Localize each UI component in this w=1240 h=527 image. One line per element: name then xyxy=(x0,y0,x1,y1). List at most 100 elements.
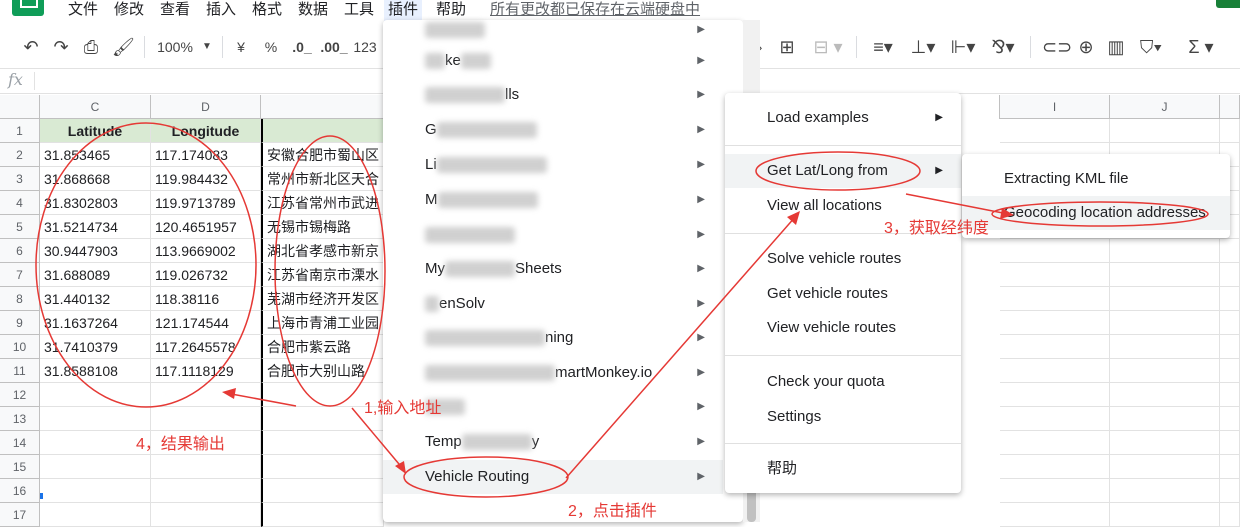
cell[interactable]: 119.026732 xyxy=(151,263,261,287)
cell[interactable]: 31.1637264 xyxy=(40,311,151,335)
cell[interactable]: 上海市青浦工业园 xyxy=(261,311,384,335)
header-longitude[interactable]: Longitude xyxy=(151,119,261,143)
currency-button[interactable]: ¥ xyxy=(234,36,248,58)
cell[interactable] xyxy=(1000,119,1110,143)
row-header[interactable]: 8 xyxy=(0,287,40,311)
cell[interactable] xyxy=(1220,239,1240,263)
addon-item-5[interactable]: Li ▶ xyxy=(383,148,723,182)
cell[interactable] xyxy=(1110,239,1220,263)
check-quota-item[interactable]: Check your quota xyxy=(725,365,961,399)
cell[interactable] xyxy=(1000,383,1110,407)
view-routes-item[interactable]: View vehicle routes xyxy=(725,311,961,345)
geocoding-item[interactable]: Geocoding location addresses xyxy=(962,196,1230,230)
menu-file[interactable]: 文件 xyxy=(64,0,102,22)
addon-vehicle-routing[interactable]: Vehicle Routing ▶ xyxy=(383,460,723,494)
header-latitude[interactable]: Latitude xyxy=(40,119,151,143)
column-header-h[interactable] xyxy=(960,95,1000,119)
functions-icon[interactable]: Σ ▾ xyxy=(1184,36,1218,58)
cell[interactable] xyxy=(1110,407,1220,431)
share-button[interactable] xyxy=(1216,0,1240,8)
more-formats-button[interactable]: 123 xyxy=(352,36,378,58)
row-header[interactable]: 9 xyxy=(0,311,40,335)
paint-format-icon[interactable]: 🖌 xyxy=(112,36,135,58)
row-header[interactable]: 1 xyxy=(0,119,40,143)
addon-item-7[interactable]: ▶ xyxy=(383,218,723,252)
cell[interactable] xyxy=(1110,455,1220,479)
cell[interactable] xyxy=(261,431,384,455)
cell[interactable] xyxy=(1000,455,1110,479)
row-header[interactable]: 10 xyxy=(0,335,40,359)
cell[interactable] xyxy=(1220,287,1240,311)
cell[interactable] xyxy=(40,383,151,407)
cell[interactable]: 31.688089 xyxy=(40,263,151,287)
cell[interactable] xyxy=(40,479,151,503)
column-header-i[interactable]: I xyxy=(1000,95,1110,119)
cell[interactable]: 31.7410379 xyxy=(40,335,151,359)
cell[interactable]: 31.8302803 xyxy=(40,191,151,215)
cell[interactable] xyxy=(1000,287,1110,311)
cell[interactable]: 常州市新北区天合 xyxy=(261,167,384,191)
column-header-j[interactable]: J xyxy=(1110,95,1220,119)
selection-handle[interactable] xyxy=(40,493,43,499)
settings-item[interactable]: Settings xyxy=(725,400,961,434)
addon-item-2[interactable]: ke ▶ xyxy=(383,44,723,78)
cell[interactable]: 江苏省南京市溧水 xyxy=(261,263,384,287)
cell[interactable] xyxy=(151,455,261,479)
extract-kml-item[interactable]: Extracting KML file xyxy=(962,162,1230,196)
cell[interactable] xyxy=(1110,263,1220,287)
menu-addons[interactable]: 插件 xyxy=(384,0,423,22)
cell[interactable] xyxy=(261,479,384,503)
cell[interactable] xyxy=(151,383,261,407)
cell[interactable] xyxy=(1110,383,1220,407)
column-header-k[interactable] xyxy=(1220,95,1240,119)
row-header[interactable]: 2 xyxy=(0,143,40,167)
zoom-select[interactable]: 100% xyxy=(156,36,194,58)
addon-item-13[interactable]: Temp y ▶ xyxy=(383,425,723,459)
cell[interactable] xyxy=(1220,479,1240,503)
load-examples-item[interactable]: Load examples ▶ xyxy=(725,101,961,135)
addon-item-8[interactable]: My Sheets ▶ xyxy=(383,252,723,286)
column-header-c[interactable]: C xyxy=(40,95,151,119)
cell[interactable] xyxy=(1220,407,1240,431)
cell[interactable] xyxy=(1220,503,1240,527)
row-header[interactable]: 5 xyxy=(0,215,40,239)
merge-cells-icon[interactable]: ⊟ ▾ xyxy=(808,36,848,58)
filter-icon[interactable]: ⛉▾ xyxy=(1136,36,1166,58)
print-icon[interactable]: ⎙ xyxy=(80,36,102,58)
text-rotate-icon[interactable]: ⅋▾ xyxy=(986,36,1020,58)
row-header[interactable]: 4 xyxy=(0,191,40,215)
text-wrap-icon[interactable]: ⊩▾ xyxy=(946,36,980,58)
menu-edit[interactable]: 修改 xyxy=(110,0,148,22)
cell[interactable] xyxy=(261,455,384,479)
addon-item-3[interactable]: lls ▶ xyxy=(383,78,723,112)
row-header[interactable]: 13 xyxy=(0,407,40,431)
cell[interactable]: 31.868668 xyxy=(40,167,151,191)
cell[interactable] xyxy=(1000,407,1110,431)
cell[interactable] xyxy=(1000,335,1110,359)
cell[interactable] xyxy=(1110,503,1220,527)
cell[interactable] xyxy=(151,407,261,431)
cell[interactable] xyxy=(40,407,151,431)
row-header[interactable]: 3 xyxy=(0,167,40,191)
cell[interactable] xyxy=(151,479,261,503)
decrease-decimal-button[interactable]: .0_ xyxy=(290,36,314,58)
row-header[interactable]: 11 xyxy=(0,359,40,383)
comment-icon[interactable]: ⊕ xyxy=(1074,36,1098,58)
row-header[interactable]: 14 xyxy=(0,431,40,455)
row-header[interactable]: 7 xyxy=(0,263,40,287)
row-header[interactable]: 6 xyxy=(0,239,40,263)
cell[interactable] xyxy=(1110,311,1220,335)
cell[interactable]: 119.9713789 xyxy=(151,191,261,215)
cell[interactable] xyxy=(40,455,151,479)
chart-icon[interactable]: ▥ xyxy=(1104,36,1128,58)
sheets-logo-icon[interactable] xyxy=(12,0,44,16)
addon-item-1[interactable]: ▶ xyxy=(383,20,723,40)
cell[interactable] xyxy=(261,119,384,143)
cell[interactable] xyxy=(1000,311,1110,335)
cell[interactable]: 31.8588108 xyxy=(40,359,151,383)
cell[interactable] xyxy=(1110,359,1220,383)
cell[interactable]: 芜湖市经济开发区 xyxy=(261,287,384,311)
cell[interactable]: 118.38116 xyxy=(151,287,261,311)
cell[interactable]: 120.4651957 xyxy=(151,215,261,239)
redo-icon[interactable]: ↷ xyxy=(50,36,72,58)
